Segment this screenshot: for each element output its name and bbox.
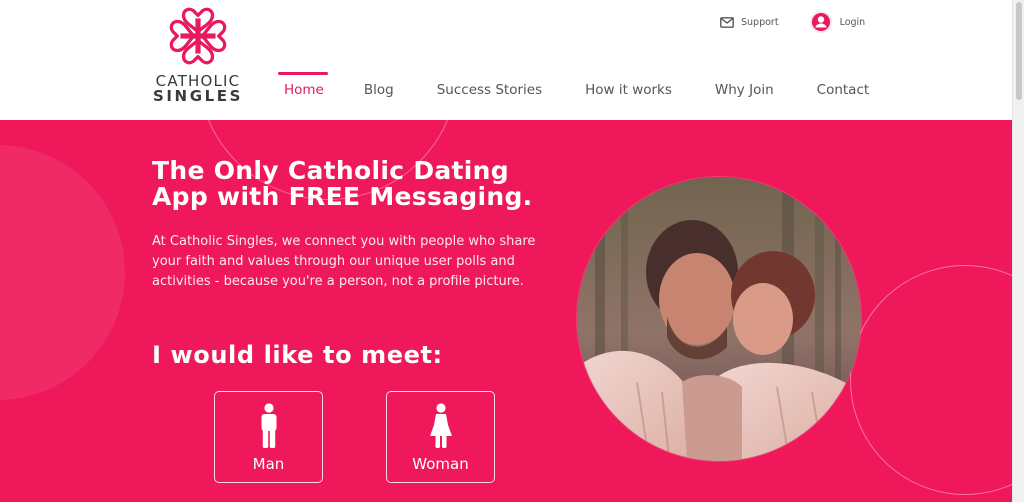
nav-item-contact[interactable]: Contact bbox=[817, 72, 870, 112]
site-header: CATHOLIC SINGLES Support Login Home Blog… bbox=[0, 0, 1012, 120]
nav-item-label: Why Join bbox=[714, 82, 774, 98]
envelope-icon bbox=[720, 16, 734, 28]
man-icon bbox=[261, 403, 276, 448]
nav-item-label: How it works bbox=[585, 82, 672, 98]
brand-line-2: SINGLES bbox=[152, 87, 244, 105]
main-nav: Home Blog Success Stories How it works W… bbox=[278, 72, 869, 112]
meet-heading: I would like to meet: bbox=[152, 341, 443, 369]
utility-links: Support Login bbox=[720, 10, 865, 34]
support-link-label: Support bbox=[741, 16, 779, 28]
hero-section: The Only Catholic Dating App with FREE M… bbox=[0, 120, 1012, 502]
nav-item-label: Contact bbox=[816, 82, 870, 98]
meet-woman-label: Woman bbox=[412, 455, 469, 473]
hero-headline: The Only Catholic Dating App with FREE M… bbox=[152, 156, 533, 211]
nav-item-blog[interactable]: Blog bbox=[364, 72, 394, 112]
login-link-label: Login bbox=[839, 16, 866, 28]
nav-item-why-join[interactable]: Why Join bbox=[715, 72, 774, 112]
heart-cross-logo-icon bbox=[169, 7, 227, 65]
scrollbar-thumb[interactable] bbox=[1016, 2, 1022, 100]
page-scrollbar[interactable] bbox=[1012, 0, 1024, 502]
nav-item-how-it-works[interactable]: How it works bbox=[585, 72, 672, 112]
nav-item-label: Home bbox=[284, 82, 324, 98]
nav-item-home[interactable]: Home bbox=[278, 72, 328, 112]
woman-icon bbox=[429, 403, 452, 448]
support-link[interactable]: Support bbox=[720, 17, 779, 28]
active-nav-indicator bbox=[278, 72, 328, 75]
user-avatar-icon bbox=[809, 10, 833, 34]
login-link[interactable]: Login bbox=[809, 10, 866, 34]
couple-photo bbox=[577, 177, 861, 461]
nav-item-success-stories[interactable]: Success Stories bbox=[437, 72, 542, 112]
brand-logo[interactable]: CATHOLIC SINGLES bbox=[150, 5, 246, 105]
nav-item-label: Success Stories bbox=[436, 82, 543, 98]
nav-item-label: Blog bbox=[363, 82, 394, 98]
decorative-ring bbox=[850, 265, 1012, 495]
decorative-circle bbox=[0, 145, 125, 400]
meet-man-label: Man bbox=[252, 455, 285, 473]
meet-woman-button[interactable]: Woman bbox=[386, 391, 495, 483]
meet-man-button[interactable]: Man bbox=[214, 391, 323, 483]
hero-description: At Catholic Singles, we connect you with… bbox=[152, 234, 536, 289]
